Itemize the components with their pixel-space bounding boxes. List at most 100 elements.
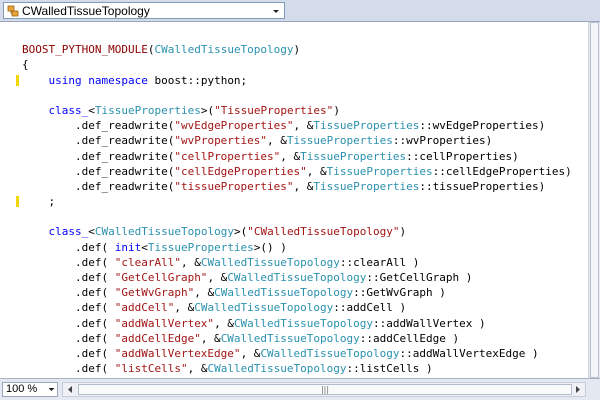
code-line[interactable]: .def_readwrite("wvProperties", &TissuePr… (22, 133, 572, 148)
code-line[interactable]: .def( "addCellEdge", &CWalledTissueTopol… (22, 331, 572, 346)
string-token: "GetWvGraph" (114, 286, 195, 300)
plain-token: , & (293, 119, 314, 133)
code-line[interactable]: .def( "addCell", &CWalledTissueTopology:… (22, 300, 572, 315)
code-editor[interactable]: BOOST_PYTHON_MODULE(CWalledTissueTopolog… (0, 22, 588, 378)
code-line[interactable]: .def( init<TissueProperties>() ) (22, 240, 572, 255)
type-token: CWalledTissueTopology (214, 286, 354, 300)
plain-token: .def( (22, 346, 115, 360)
code-line[interactable]: .def( "listCells", &CWalledTissueTopolog… (22, 361, 572, 376)
plain-token: , & (306, 164, 327, 178)
horizontal-scroll-thumb[interactable]: ||| (78, 384, 572, 395)
type-token: CWalledTissueTopology (94, 225, 234, 239)
type-token: TissueProperties (300, 149, 407, 163)
type-token: CWalledTissueTopology (207, 362, 347, 376)
type-token: CWalledTissueTopology (227, 271, 367, 284)
editor-margin (0, 22, 22, 378)
change-marker (16, 74, 19, 86)
plain-token: ) (399, 225, 407, 239)
code-line[interactable]: BOOST_PYTHON_MODULE(CWalledTissueTopolog… (22, 42, 572, 57)
plain-token: .def_readwrite( (22, 179, 175, 193)
plain-token: >( (233, 225, 248, 239)
string-token: "TissueProperties" (214, 103, 334, 117)
code-line[interactable]: .def_readwrite("wvEdgeProperties", &Tiss… (22, 118, 572, 133)
code-line[interactable]: { (22, 57, 572, 72)
plain-token: ::addWallVertexEdge ) (399, 346, 539, 360)
plain-token: , & (200, 331, 221, 345)
code-line[interactable]: class_<TissueProperties>("TissueProperti… (22, 103, 572, 118)
plain-token: , & (194, 286, 215, 300)
type-token: CWalledTissueTopology (220, 331, 360, 345)
string-token: "addWallVertexEdge" (114, 346, 241, 360)
string-token: "addWallVertex" (114, 316, 215, 330)
code-line[interactable]: .def_readwrite("cellProperties", &Tissue… (22, 149, 572, 164)
plain-token: .def( (22, 331, 115, 345)
plain-token: ::GetCellGraph ) (366, 271, 473, 284)
type-token: TissueProperties (313, 179, 420, 193)
scope-dropdown[interactable]: CWalledTissueTopology (3, 2, 285, 19)
plain-token: .def( (22, 271, 115, 284)
plain-token: , & (207, 271, 228, 284)
type-token: CWalledTissueTopology (260, 346, 400, 360)
code-line[interactable]: .def_readwrite("tissueProperties", &Tiss… (22, 179, 572, 194)
keyword-token: init (114, 240, 142, 254)
string-token: "GetCellGraph" (114, 271, 208, 284)
plain-token: { (22, 58, 29, 72)
plain-token: < (141, 240, 148, 254)
plain-token: ) (293, 43, 301, 57)
navigation-bar: CWalledTissueTopology (0, 0, 600, 22)
plain-token: , & (174, 301, 195, 315)
code-line[interactable]: class_<CWalledTissueTopology>("CWalledTi… (22, 224, 572, 239)
plain-token: boost::python; (147, 73, 248, 87)
horizontal-scrollbar[interactable]: ||| (62, 382, 586, 397)
type-token: CWalledTissueTopology (200, 255, 340, 269)
plain-token: ::wvEdgeProperties) (419, 119, 546, 133)
code-line[interactable]: .def( "clearAll", &CWalledTissueTopology… (22, 255, 572, 270)
chevron-down-icon[interactable] (47, 385, 56, 394)
code-line[interactable]: ; (22, 194, 572, 209)
scroll-left-arrow-icon[interactable] (63, 383, 77, 396)
type-token: CWalledTissueTopology (194, 301, 334, 315)
plain-token: .def_readwrite( (22, 149, 175, 163)
code-line[interactable]: .def( "addWallVertex", &CWalledTissueTop… (22, 316, 572, 331)
code-text[interactable]: BOOST_PYTHON_MODULE(CWalledTissueTopolog… (22, 27, 572, 378)
code-line[interactable]: using namespace boost::python; (22, 73, 572, 88)
string-token: "addCell" (114, 301, 175, 315)
zoom-value: 100 % (6, 383, 38, 395)
string-token: "cellEdgeProperties" (174, 164, 307, 178)
class-icon (7, 5, 19, 16)
code-line[interactable]: .def_readwrite("cellEdgeProperties", &Ti… (22, 164, 572, 179)
code-line[interactable] (22, 27, 572, 42)
code-line[interactable]: .def( "addWallVertexEdge", &CWalledTissu… (22, 346, 572, 361)
zoom-dropdown[interactable]: 100 % (2, 382, 58, 397)
code-line[interactable]: .def( "GetWvGraph", &CWalledTissueTopolo… (22, 285, 572, 300)
scroll-right-arrow-icon[interactable] (571, 383, 585, 396)
type-token: CWalledTissueTopology (154, 43, 294, 57)
plain-token: ::tissueProperties) (419, 179, 546, 193)
chevron-down-icon[interactable] (270, 5, 282, 17)
plain-token: ::GetWvGraph ) (353, 286, 446, 300)
plain-token: < (88, 103, 95, 117)
plain-token: .def( (22, 316, 115, 330)
plain-token: ::cellProperties) (406, 149, 519, 163)
code-line[interactable] (22, 209, 572, 224)
scroll-grip: ||| (320, 385, 330, 394)
plain-token: ::addCell ) (333, 301, 407, 315)
keyword-token: using namespace (48, 73, 148, 87)
plain-token: ) (333, 103, 340, 117)
vertical-scroll-thumb[interactable] (590, 22, 599, 378)
plain-token: ::addWallVertex ) (373, 316, 486, 330)
plain-token: ::clearAll ) (339, 255, 420, 269)
code-line[interactable] (22, 88, 572, 103)
vertical-scrollbar[interactable] (588, 22, 600, 378)
plain-token: , & (240, 346, 261, 360)
plain-token: .def_readwrite( (22, 164, 175, 178)
plain-token: .def( (22, 286, 115, 300)
code-line[interactable]: .def( "GetCellGraph", &CWalledTissueTopo… (22, 270, 572, 285)
plain-token: , & (187, 362, 208, 376)
change-marker (16, 196, 19, 208)
plain-token: .def( (22, 255, 115, 269)
plain-token: , & (293, 179, 314, 193)
plain-token: < (88, 225, 95, 239)
